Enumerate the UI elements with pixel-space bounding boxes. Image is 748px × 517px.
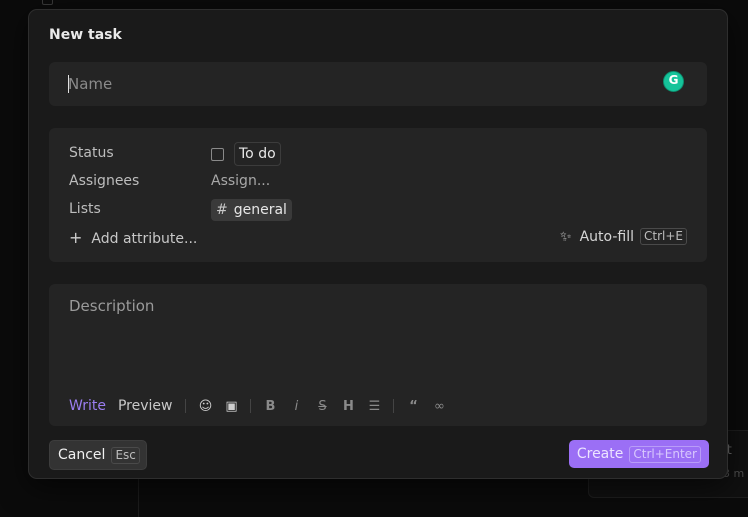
create-button[interactable]: Create Ctrl+Enter: [568, 440, 709, 468]
toolbar-divider: [393, 399, 395, 413]
attributes-panel: Status To do Assignees Assign... Lists #…: [49, 128, 707, 262]
name-field-container[interactable]: G: [49, 62, 707, 106]
image-icon[interactable]: ▣: [224, 399, 238, 414]
heading-icon[interactable]: H: [341, 399, 355, 414]
new-task-dialog: New task G Status To do Assignees Assign…: [28, 9, 728, 479]
toolbar-divider: [250, 399, 252, 413]
editor-toolbar: Write Preview ☺ ▣ B i S H ☰ “ ∞: [69, 396, 452, 416]
description-editor[interactable]: Description Write Preview ☺ ▣ B i S H ☰ …: [49, 284, 707, 426]
hash-icon: #: [216, 202, 228, 218]
tab-write[interactable]: Write: [69, 398, 106, 414]
name-input[interactable]: [68, 74, 628, 94]
status-value[interactable]: To do: [234, 142, 281, 166]
autofill-label: Auto-fill: [579, 228, 634, 245]
sparkles-icon: ✨︎: [560, 228, 572, 245]
background-checkbox: [42, 0, 53, 5]
grammarly-icon[interactable]: G: [663, 71, 684, 92]
tab-preview[interactable]: Preview: [118, 398, 173, 414]
add-attribute-label: Add attribute...: [91, 231, 198, 247]
emoji-icon[interactable]: ☺: [198, 399, 213, 414]
create-label: Create: [576, 446, 624, 462]
bold-icon[interactable]: B: [263, 399, 277, 414]
assignees-label: Assignees: [69, 173, 140, 189]
text-caret: [68, 75, 69, 93]
cancel-button[interactable]: Cancel Esc: [49, 440, 147, 470]
link-icon[interactable]: ∞: [432, 399, 446, 414]
dialog-title: New task: [49, 27, 122, 43]
create-shortcut: Ctrl+Enter: [629, 446, 701, 463]
plus-icon: +: [69, 228, 83, 247]
list-tag-general[interactable]: # general: [211, 199, 292, 221]
description-placeholder: Description: [69, 297, 155, 315]
autofill-button[interactable]: ✨︎ Auto-fill Ctrl+E: [560, 228, 687, 245]
toolbar-divider: [185, 399, 187, 413]
quote-icon[interactable]: “: [406, 399, 420, 414]
add-attribute-button[interactable]: + Add attribute...: [69, 228, 197, 247]
bullet-list-icon[interactable]: ☰: [367, 399, 381, 414]
strikethrough-icon[interactable]: S: [315, 399, 329, 414]
cancel-shortcut: Esc: [111, 447, 140, 464]
autofill-shortcut: Ctrl+E: [640, 228, 687, 245]
assignees-picker[interactable]: Assign...: [211, 173, 270, 189]
status-label: Status: [69, 145, 114, 161]
italic-icon[interactable]: i: [289, 399, 303, 414]
list-tag-label: general: [233, 202, 287, 218]
cancel-label: Cancel: [58, 447, 106, 463]
lists-label: Lists: [69, 201, 101, 217]
checkbox-icon[interactable]: [211, 148, 224, 161]
